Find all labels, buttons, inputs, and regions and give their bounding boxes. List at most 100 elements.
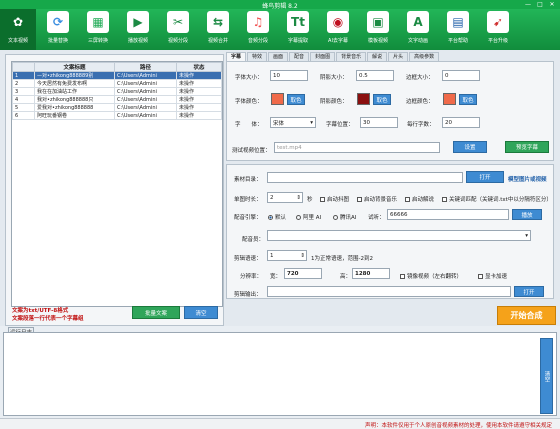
spin-icon[interactable]: ⇕ bbox=[300, 253, 305, 259]
font-size-input[interactable]: 10 bbox=[270, 70, 308, 81]
font-size-label: 字体大小： bbox=[235, 75, 263, 81]
toolbar-item-rocket[interactable]: ➹ 平台升级 bbox=[480, 9, 516, 50]
minimize-button[interactable]: — bbox=[524, 1, 532, 8]
tab-4[interactable]: 封面图 bbox=[310, 52, 336, 61]
engine-default-radio[interactable] bbox=[268, 215, 273, 220]
toolbar-item-replace[interactable]: ⟳ 批量替换 bbox=[40, 9, 76, 50]
clear-list-button[interactable]: 清空 bbox=[184, 306, 218, 319]
cell-num: 4 bbox=[12, 95, 35, 104]
tab-3[interactable]: 配音 bbox=[289, 52, 310, 61]
test-video-input[interactable]: test.mp4 bbox=[274, 142, 440, 153]
book-icon: ▤ bbox=[447, 11, 469, 33]
clear-log-button[interactable]: 清空 bbox=[540, 338, 553, 414]
speed-input[interactable]: 1 ⇕ bbox=[267, 250, 307, 261]
toolbar-item-cut[interactable]: ✂ 视频分段 bbox=[160, 9, 196, 50]
close-button[interactable]: ✕ bbox=[548, 1, 556, 8]
table-row[interactable]: 3 我在在加油站工作 C:\Users\Admini 未操作 bbox=[12, 87, 222, 96]
speed-value: 1 bbox=[270, 252, 274, 259]
log-area[interactable] bbox=[3, 332, 557, 416]
mirror-checkbox[interactable] bbox=[400, 274, 405, 279]
opt-narration[interactable]: 启动解说 bbox=[405, 195, 434, 203]
shadow-color-pick-button[interactable]: 取色 bbox=[373, 94, 391, 105]
toolbar-item-template[interactable]: ▣ 模板视频 bbox=[360, 9, 396, 50]
set-button[interactable]: 设置 bbox=[453, 141, 487, 153]
mirror-option[interactable]: 镜像视频（左右翻转） bbox=[400, 272, 462, 280]
shadow-size-input[interactable]: 0.5 bbox=[356, 70, 394, 81]
border-color-swatch[interactable] bbox=[443, 93, 456, 105]
toolbar-item-music[interactable]: ♫ 音频分段 bbox=[240, 9, 276, 50]
engine-tencent[interactable]: 腾讯AI bbox=[333, 213, 356, 221]
toolbar-item-merge[interactable]: ⇆ 视频合并 bbox=[200, 9, 236, 50]
start-synthesis-button[interactable]: 开始合成 bbox=[497, 306, 556, 325]
engine-tencent-radio[interactable] bbox=[333, 215, 338, 220]
font-color-pick-button[interactable]: 取色 bbox=[287, 94, 305, 105]
dither-label: 启动抖图 bbox=[327, 197, 350, 203]
engine-default[interactable]: 默认 bbox=[268, 213, 286, 221]
table-row[interactable]: 2 今天居然有免费发布啊 C:\Users\Admini 未操作 bbox=[12, 79, 222, 88]
table-row[interactable]: 6 阿旺玩番钢卷 C:\Users\Admini 未操作 bbox=[12, 111, 222, 120]
border-color-pick-button[interactable]: 取色 bbox=[459, 94, 477, 105]
engine-ali[interactable]: 阿里 AI bbox=[296, 213, 321, 221]
batch-import-button[interactable]: 批量文案 bbox=[132, 306, 180, 319]
toolbar-item-target[interactable]: ◉ AI去字幕 bbox=[320, 9, 356, 50]
width-input[interactable]: 720 bbox=[284, 268, 322, 279]
tab-6[interactable]: 解说 bbox=[367, 52, 388, 61]
table-row[interactable]: 5 爱我对•zhikong888888 C:\Users\Admini 未操作 bbox=[12, 103, 222, 112]
tab-5[interactable]: 背景音乐 bbox=[336, 52, 367, 61]
voice-select[interactable]: ▾ bbox=[267, 230, 531, 241]
script-table[interactable]: 文案标题 路径 状态 1 —对•zhikong888889别 C:\Users\Ad… bbox=[11, 61, 223, 307]
maximize-button[interactable]: □ bbox=[536, 1, 544, 8]
chars-per-line-input[interactable]: 20 bbox=[442, 117, 480, 128]
toolbar-item-text-anim[interactable]: A 文字动画 bbox=[400, 9, 436, 50]
material-open-button[interactable]: 打开 bbox=[466, 171, 504, 183]
opt-keyword[interactable]: 关键词匹配（关键词.txt中以分隔符区分） bbox=[442, 195, 552, 203]
duration-input[interactable]: 2 ⇕ bbox=[267, 192, 303, 203]
audition-input[interactable]: 66666 bbox=[387, 209, 509, 220]
bgm-checkbox[interactable] bbox=[357, 197, 362, 202]
tab-0[interactable]: 字幕 bbox=[226, 52, 247, 61]
duration-label: 单图时长： bbox=[234, 197, 262, 203]
toolbar-item-film[interactable]: ▦ 三屏转换 bbox=[80, 9, 116, 50]
gpu-option[interactable]: 显卡加速 bbox=[478, 272, 507, 280]
engine-ali-radio[interactable] bbox=[296, 215, 301, 220]
audition-play-button[interactable]: 播放 bbox=[512, 209, 542, 220]
toolbar-item-label: 批量替换 bbox=[47, 38, 68, 44]
toolbar-item-text-video[interactable]: ✿ 文本视频 bbox=[0, 9, 36, 50]
tab-1[interactable]: 特效 bbox=[247, 52, 268, 61]
toolbar-item-label: 播放视频 bbox=[127, 38, 148, 44]
table-row[interactable]: 4 我对•zhikong888888只 C:\Users\Admini 未操作 bbox=[12, 95, 222, 104]
table-row[interactable]: 1 —对•zhikong888889别 C:\Users\Admini 未操作 bbox=[12, 71, 222, 80]
subtitle-pos-input[interactable]: 30 bbox=[360, 117, 398, 128]
narration-checkbox[interactable] bbox=[405, 197, 410, 202]
opt-dither[interactable]: 启动抖图 bbox=[320, 195, 349, 203]
status-bar: 声明：本软件仅用于个人原创音视频素材的处理，使用本软件请遵守相关规定 bbox=[0, 418, 560, 429]
speed-label: 剪辑语速： bbox=[234, 256, 262, 262]
tab-8[interactable]: 高级参数 bbox=[409, 52, 440, 61]
opt-bgm[interactable]: 启动背景音乐 bbox=[357, 195, 397, 203]
shadow-color-swatch[interactable] bbox=[357, 93, 370, 105]
font-select[interactable]: 宋体 ▾ bbox=[270, 117, 316, 128]
font-color-swatch[interactable] bbox=[271, 93, 284, 105]
toolbar-item-book[interactable]: ▤ 平台帮助 bbox=[440, 9, 476, 50]
material-dir-input[interactable] bbox=[267, 172, 463, 183]
toolbar-item-tt[interactable]: Tt 字幕提取 bbox=[280, 9, 316, 50]
toolbar-item-label: 三屏转换 bbox=[87, 38, 108, 44]
tab-2[interactable]: 画面 bbox=[268, 52, 289, 61]
border-size-input[interactable]: 0 bbox=[442, 70, 480, 81]
spin-icon[interactable]: ⇕ bbox=[296, 195, 301, 201]
audition-label: 试听： bbox=[368, 215, 385, 221]
dither-checkbox[interactable] bbox=[320, 197, 325, 202]
cell-title: —对•zhikong888889别 bbox=[34, 71, 115, 80]
toolbar-item-play[interactable]: ▶ 播放视频 bbox=[120, 9, 156, 50]
merge-icon: ⇆ bbox=[207, 11, 229, 33]
cell-path: C:\Users\Admini bbox=[114, 111, 177, 120]
height-input[interactable]: 1280 bbox=[352, 268, 390, 279]
cell-status: 未操作 bbox=[176, 71, 222, 80]
gpu-checkbox[interactable] bbox=[478, 274, 483, 279]
keyword-checkbox[interactable] bbox=[442, 197, 447, 202]
preview-subtitle-button[interactable]: 预览字幕 bbox=[505, 141, 549, 153]
output-open-button[interactable]: 打开 bbox=[514, 286, 544, 297]
tab-7[interactable]: 片头 bbox=[388, 52, 409, 61]
output-input[interactable] bbox=[267, 286, 511, 297]
template-link[interactable]: 模型图片或视频 bbox=[508, 175, 547, 183]
